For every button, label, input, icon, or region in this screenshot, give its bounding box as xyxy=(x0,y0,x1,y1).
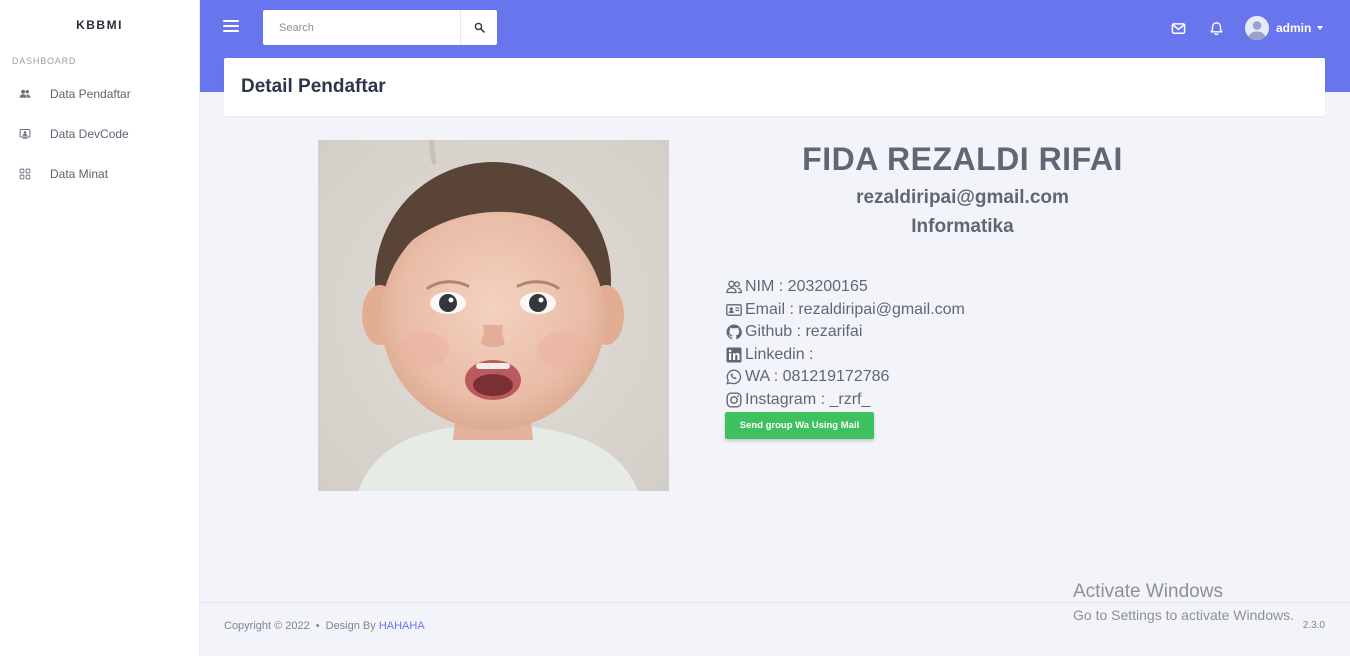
sidebar: KBBMI DASHBOARD Data Pendaftar Data DevC… xyxy=(0,0,200,656)
separator-dot: • xyxy=(315,620,320,632)
detail-nim: NIM : 203200165 xyxy=(725,276,965,299)
send-group-wa-button[interactable]: Send group Wa Using Mail xyxy=(725,412,874,439)
sidebar-item-data-minat[interactable]: Data Minat xyxy=(0,154,199,194)
detail-text: Linkedin : xyxy=(745,345,814,363)
chevron-down-icon xyxy=(1317,26,1324,30)
github-icon xyxy=(725,324,742,341)
bell-icon[interactable] xyxy=(1207,19,1225,37)
brand-logo[interactable]: KBBMI xyxy=(0,0,199,50)
copyright: Copyright © 2022 • Design By HAHAHA xyxy=(224,620,425,632)
profile-name: FIDA REZALDI RIFAI xyxy=(802,141,1123,177)
users-icon xyxy=(18,87,32,101)
profile-details: NIM : 203200165 Email : rezaldiripai@gma… xyxy=(725,276,965,411)
detail-linkedin: Linkedin : xyxy=(725,344,965,367)
copyright-text: Copyright © 2022 xyxy=(224,620,310,632)
detail-email: Email : rezaldiripai@gmail.com xyxy=(725,299,965,322)
version-label: 2.3.0 xyxy=(1302,620,1325,631)
sidebar-item-label: Data DevCode xyxy=(50,127,129,141)
detail-text: Instagram : _rzrf_ xyxy=(745,390,871,408)
menu-toggle-icon[interactable] xyxy=(223,20,239,36)
user-group-icon xyxy=(725,279,742,296)
whatsapp-icon xyxy=(725,369,742,386)
watermark-subtitle: Go to Settings to activate Windows. xyxy=(1073,607,1294,623)
page-header: Detail Pendaftar xyxy=(224,58,1325,116)
search-icon xyxy=(474,22,485,33)
activate-windows-watermark: Activate Windows Go to Settings to activ… xyxy=(1073,580,1294,626)
profile-email: rezaldiripai@gmail.com xyxy=(856,187,1069,208)
page-title: Detail Pendaftar xyxy=(241,76,386,97)
detail-text: WA : 081219172786 xyxy=(745,368,890,386)
detail-text: Email : rezaldiripai@gmail.com xyxy=(745,300,965,318)
detail-wa: WA : 081219172786 xyxy=(725,366,965,389)
sidebar-item-data-devcode[interactable]: Data DevCode xyxy=(0,114,199,154)
sidebar-section-label: DASHBOARD xyxy=(12,56,77,66)
search-input[interactable] xyxy=(263,10,460,45)
design-by-text: Design By xyxy=(325,620,376,632)
profile-major: Informatika xyxy=(911,216,1014,237)
monitor-user-icon xyxy=(18,127,32,141)
sidebar-item-data-pendaftar[interactable]: Data Pendaftar xyxy=(0,74,199,114)
user-menu[interactable]: admin xyxy=(1245,15,1324,41)
sidebar-item-label: Data Pendaftar xyxy=(50,87,131,101)
sidebar-item-label: Data Minat xyxy=(50,167,109,181)
grid-icon xyxy=(18,167,32,181)
avatar xyxy=(1245,16,1269,40)
profile-photo xyxy=(318,140,669,491)
mail-icon[interactable] xyxy=(1169,19,1187,37)
detail-instagram: Instagram : _rzrf_ xyxy=(725,389,965,412)
linkedin-icon xyxy=(725,346,742,363)
user-name: admin xyxy=(1276,21,1312,35)
detail-text: NIM : 203200165 xyxy=(745,278,868,296)
profile-summary: FIDA REZALDI RIFAI rezaldiripai@gmail.co… xyxy=(700,140,1225,240)
instagram-icon xyxy=(725,391,742,408)
detail-text: Github : rezarifai xyxy=(745,323,863,341)
detail-github: Github : rezarifai xyxy=(725,321,965,344)
search-button[interactable] xyxy=(460,10,497,45)
design-by-link[interactable]: HAHAHA xyxy=(379,620,425,632)
search-bar xyxy=(263,10,497,45)
watermark-title: Activate Windows xyxy=(1073,581,1223,602)
id-card-icon xyxy=(725,301,742,318)
